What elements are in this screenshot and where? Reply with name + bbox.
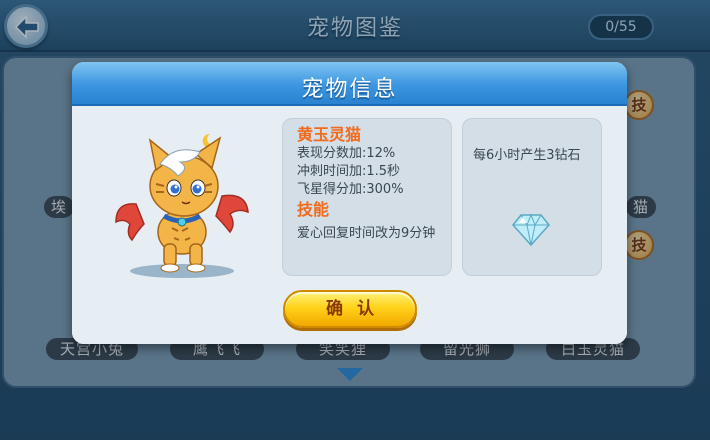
- stat-score-bonus: 表现分数加:12%: [297, 146, 396, 161]
- stat-sprint-time: 冲刺时间加:1.5秒: [297, 164, 401, 179]
- dialog-body: 黄玉灵猫 表现分数加:12% 冲刺时间加:1.5秒 飞星得分加:300% 技能 …: [72, 106, 627, 344]
- bonus-card: 每6小时产生3钻石: [462, 118, 602, 276]
- bonus-description: 每6小时产生3钻石: [473, 148, 581, 163]
- skill-heading: 技能: [297, 200, 330, 219]
- stat-star-bonus: 飞星得分加:300%: [297, 182, 404, 197]
- confirm-button[interactable]: 确认: [283, 290, 417, 328]
- diamond-icon: [512, 213, 550, 247]
- skill-description: 爱心回复时间改为9分钟: [297, 226, 436, 241]
- dialog-header: 宠物信息: [72, 62, 627, 106]
- dialog-title: 宠物信息: [301, 77, 398, 102]
- pet-info-card: 黄玉灵猫 表现分数加:12% 冲刺时间加:1.5秒 飞星得分加:300% 技能 …: [282, 118, 452, 276]
- pet-portrait: [115, 133, 249, 273]
- pet-info-dialog: 宠物信息 黄玉灵猫 表现分数加:12% 冲刺时间加:1.5秒 飞星得分加:300…: [72, 62, 627, 344]
- pet-name: 黄玉灵猫: [297, 125, 362, 144]
